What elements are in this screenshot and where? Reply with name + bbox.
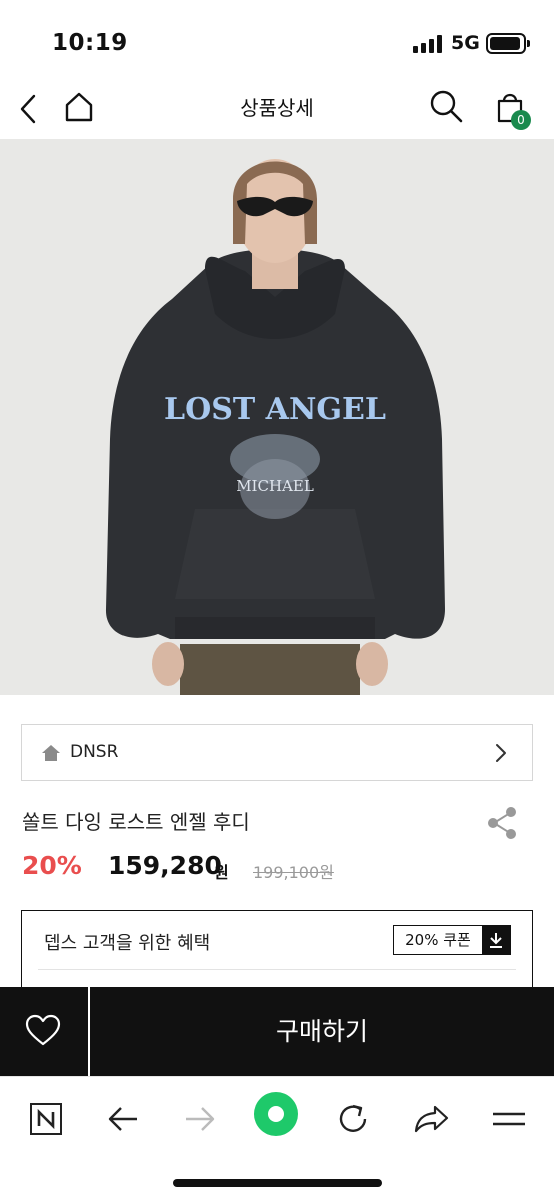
svg-text:MICHAEL: MICHAEL — [236, 477, 314, 495]
arrow-right-icon — [186, 1107, 215, 1131]
chevron-right-icon — [496, 744, 506, 762]
brand-home-icon — [42, 745, 60, 761]
product-photo: LOST ANGEL MICHAEL — [0, 139, 554, 695]
browser-back-button[interactable] — [101, 1097, 145, 1141]
product-name: 쏠트 다잉 로스트 엔젤 후디 — [22, 810, 250, 834]
naver-logo-icon — [30, 1103, 62, 1135]
cart-count-badge: 0 — [511, 110, 531, 130]
status-bar: 10:19 5G — [0, 0, 554, 80]
signal-icon — [413, 35, 443, 53]
battery-icon — [486, 33, 530, 54]
menu-icon — [493, 1112, 525, 1126]
cart-button[interactable]: 0 — [494, 88, 534, 130]
menu-button[interactable] — [487, 1097, 531, 1141]
coupon-download-button[interactable]: 20% 쿠폰 — [393, 925, 511, 955]
brand-link[interactable]: DNSR — [21, 724, 533, 781]
benefit-label: 뎁스 고객을 위한 혜택 — [44, 933, 211, 954]
browser-forward-button[interactable] — [178, 1097, 222, 1141]
home-indicator — [173, 1179, 382, 1187]
product-image[interactable]: LOST ANGEL MICHAEL — [0, 139, 554, 695]
buy-button[interactable]: 구매하기 — [90, 987, 554, 1076]
green-dot-button[interactable] — [253, 1091, 299, 1137]
reload-button[interactable] — [331, 1097, 375, 1141]
arrow-left-icon — [108, 1107, 137, 1131]
share-button[interactable] — [486, 806, 518, 840]
search-icon — [430, 90, 463, 123]
discount-rate: 20% — [22, 851, 82, 880]
sale-price: 159,280 — [108, 851, 222, 880]
search-button[interactable] — [428, 88, 466, 126]
naver-button[interactable] — [24, 1097, 68, 1141]
benefit-divider — [38, 969, 516, 970]
reload-icon — [339, 1104, 367, 1132]
browser-toolbar — [0, 1076, 554, 1200]
page-title: 상품상세 — [240, 96, 314, 120]
green-dot-icon — [254, 1092, 298, 1136]
wishlist-button[interactable] — [24, 1014, 62, 1048]
purchase-bar: 구매하기 — [0, 987, 554, 1076]
forward-share-icon — [414, 1105, 449, 1133]
share-icon — [488, 807, 516, 839]
svg-text:LOST ANGEL: LOST ANGEL — [164, 392, 386, 427]
network-label: 5G — [451, 32, 480, 54]
heart-icon — [25, 1014, 61, 1046]
download-icon — [482, 926, 510, 954]
coupon-label: 20% 쿠폰 — [405, 931, 471, 949]
app-header: 상품상세 0 — [0, 80, 554, 138]
original-price: 199,100원 — [253, 863, 334, 882]
brand-name: DNSR — [70, 742, 119, 762]
currency-unit: 원 — [214, 863, 229, 882]
share-page-button[interactable] — [409, 1097, 453, 1141]
status-time: 10:19 — [52, 30, 128, 56]
